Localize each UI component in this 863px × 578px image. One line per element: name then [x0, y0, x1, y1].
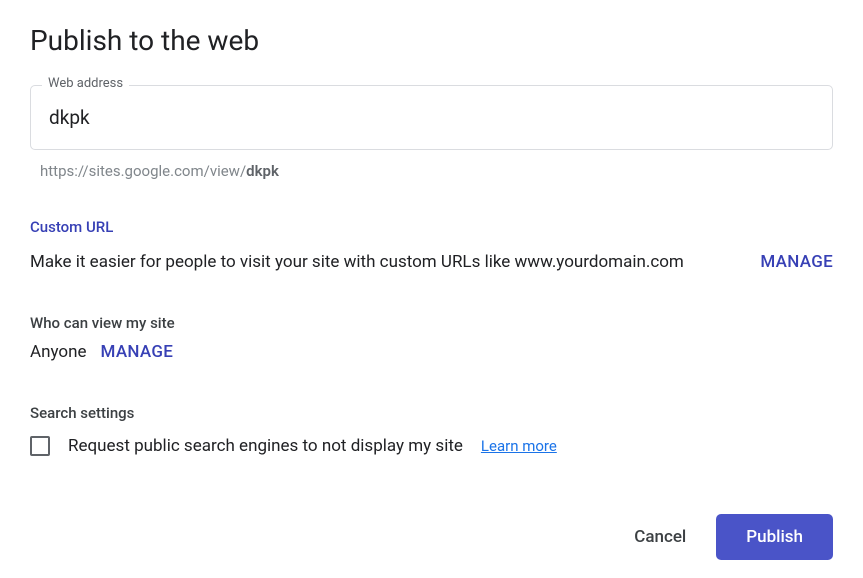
search-checkbox-label: Request public search engines to not dis… [68, 436, 463, 456]
url-preview-prefix: https://sites.google.com/view/ [40, 162, 246, 180]
url-preview-slug: dkpk [246, 162, 279, 180]
web-address-label: Web address [42, 76, 129, 91]
custom-url-row: Make it easier for people to visit your … [30, 252, 833, 272]
search-learn-more-link[interactable]: Learn more [481, 437, 557, 455]
url-preview: https://sites.google.com/view/dkpk [40, 162, 833, 180]
search-settings-heading: Search settings [30, 404, 833, 422]
custom-url-manage-link[interactable]: MANAGE [760, 252, 833, 272]
viewers-manage-link[interactable]: MANAGE [101, 342, 174, 362]
web-address-input[interactable] [30, 85, 833, 150]
dialog-title: Publish to the web [30, 24, 833, 57]
dialog-actions: Cancel Publish [626, 514, 833, 560]
custom-url-description: Make it easier for people to visit your … [30, 252, 684, 272]
search-settings-row: Request public search engines to not dis… [30, 436, 833, 456]
custom-url-heading: Custom URL [30, 218, 833, 236]
viewers-row: Anyone MANAGE [30, 342, 833, 362]
viewers-heading: Who can view my site [30, 314, 833, 332]
cancel-button[interactable]: Cancel [626, 517, 694, 557]
viewers-value: Anyone [30, 342, 87, 362]
web-address-field-wrapper: Web address [30, 85, 833, 150]
search-checkbox[interactable] [30, 436, 50, 456]
publish-dialog: Publish to the web Web address https://s… [0, 0, 863, 578]
publish-button[interactable]: Publish [716, 514, 833, 560]
